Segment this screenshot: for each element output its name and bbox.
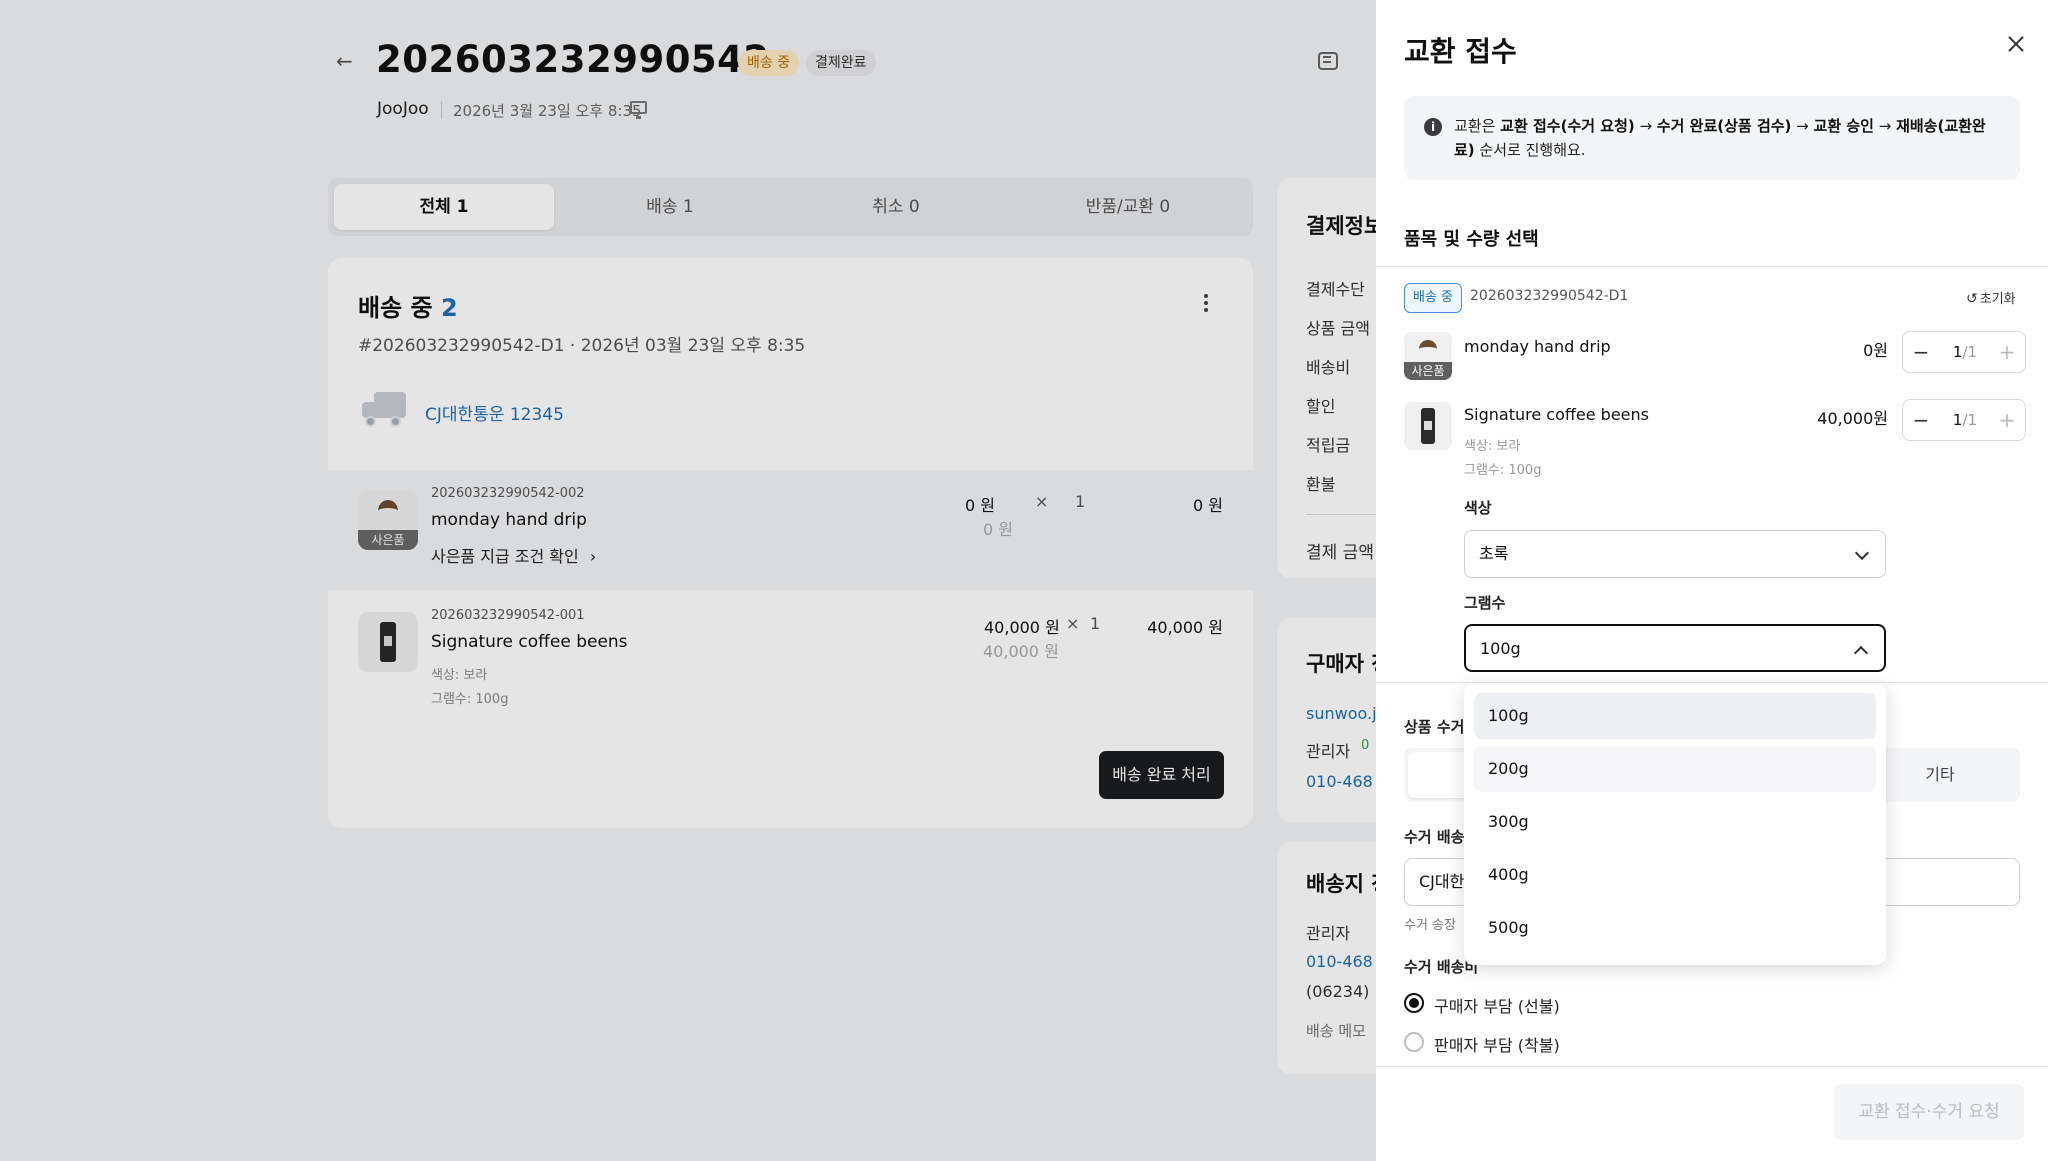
notice-prefix: 교환은: [1454, 117, 1501, 135]
exchange-drawer: 교환 접수 i 교환은 교환 접수(수거 요청) → 수거 완료(상품 검수) …: [1376, 0, 2048, 1161]
radio-buyer-prepaid[interactable]: [1404, 993, 1424, 1013]
notice-suffix: 순서로 진행해요.: [1474, 141, 1586, 159]
quantity-max: /1: [1962, 411, 1978, 429]
section-title: 품목 및 수량 선택: [1404, 229, 1539, 250]
chevron-up-icon: [1853, 645, 1869, 661]
minus-icon[interactable]: −: [1903, 400, 1939, 440]
dropdown-option[interactable]: 400g: [1474, 852, 1876, 898]
plus-icon[interactable]: +: [1989, 400, 2025, 440]
product-option-gram: 그램수: 100g: [1464, 463, 1542, 478]
dropdown-option[interactable]: 200g: [1474, 746, 1876, 792]
notice-arrow: →: [1791, 117, 1814, 135]
notice-text: 교환은 교환 접수(수거 요청) → 수거 완료(상품 검수) → 교환 승인 …: [1454, 114, 2002, 162]
notice-box: i 교환은 교환 접수(수거 요청) → 수거 완료(상품 검수) → 교환 승…: [1404, 96, 2020, 180]
reset-label: 초기화: [1979, 292, 2016, 307]
color-select-value: 초록: [1479, 544, 1509, 563]
hand-drip-image: [1419, 340, 1437, 358]
product-option-color: 색상: 보라: [1464, 439, 1521, 454]
quantity-value[interactable]: 1/1: [1943, 400, 1987, 440]
notice-step: 교환 승인: [1813, 117, 1874, 135]
pickup-section-title: 상품 수거: [1404, 718, 1465, 736]
quantity-stepper: − 1/1 +: [1902, 399, 2026, 441]
reset-icon: ↺: [1966, 291, 1978, 307]
pickup-courier-value: CJ대한: [1419, 872, 1465, 891]
radio-seller-cod[interactable]: [1404, 1032, 1424, 1052]
divider: [1376, 1066, 2048, 1067]
gift-label: 사은품: [1404, 362, 1452, 380]
gram-select[interactable]: 100g: [1464, 624, 1886, 672]
gram-select-value: 100g: [1480, 639, 1521, 658]
shipment-code: 202603232990542-D1: [1470, 288, 1629, 304]
coffee-bag-image: [1421, 408, 1435, 444]
radio-buyer-prepaid-label[interactable]: 구매자 부담 (선불): [1434, 993, 1560, 1017]
notice-step: 교환 접수(수거 요청): [1500, 117, 1635, 135]
quantity-stepper: − 1/1 +: [1902, 331, 2026, 373]
product-name: Signature coffee beens: [1464, 405, 1649, 424]
notice-step: 수거 완료(상품 검수): [1656, 117, 1792, 135]
color-label: 색상: [1464, 499, 1492, 517]
pickup-option-other[interactable]: 기타: [1864, 752, 2016, 798]
product-thumbnail: 사은품: [1404, 332, 1452, 380]
shipping-status-chip: 배송 중: [1404, 283, 1463, 313]
radio-seller-cod-label[interactable]: 판매자 부담 (착불): [1434, 1032, 1560, 1056]
order-detail-page: ← 202603232990542 배송 중 결제완료 JooJoo 2026년…: [0, 0, 1376, 1161]
gram-label: 그램수: [1464, 594, 1506, 612]
modal-backdrop[interactable]: [0, 0, 1376, 1161]
close-icon[interactable]: [2004, 32, 2028, 56]
notice-arrow: →: [1873, 117, 1897, 135]
pickup-hint: 수거 송장: [1404, 918, 1456, 933]
quantity-max: /1: [1962, 343, 1978, 361]
quantity-value[interactable]: 1/1: [1943, 332, 1987, 372]
dropdown-option[interactable]: 100g: [1474, 693, 1876, 739]
plus-icon[interactable]: +: [1989, 332, 2025, 372]
product-price: 0원: [1863, 341, 1888, 360]
divider: [1376, 266, 2048, 267]
submit-exchange-button[interactable]: 교환 접수·수거 요청: [1834, 1084, 2024, 1140]
chevron-down-icon: [1854, 545, 1870, 561]
notice-arrow: →: [1634, 117, 1657, 135]
info-icon: i: [1424, 118, 1442, 136]
gram-dropdown: 100g 200g 300g 400g 500g: [1464, 683, 1886, 965]
product-thumbnail: [1404, 402, 1452, 450]
reset-button[interactable]: ↺ 초기화: [1966, 288, 2016, 307]
minus-icon[interactable]: −: [1903, 332, 1939, 372]
color-select[interactable]: 초록: [1464, 530, 1886, 578]
dropdown-option[interactable]: 300g: [1474, 799, 1876, 845]
drawer-title: 교환 접수: [1404, 35, 1517, 68]
pickup-courier-label: 수거 배송: [1404, 828, 1465, 846]
product-price: 40,000원: [1817, 409, 1888, 428]
dropdown-option[interactable]: 500g: [1474, 905, 1876, 951]
product-name: monday hand drip: [1464, 337, 1611, 356]
